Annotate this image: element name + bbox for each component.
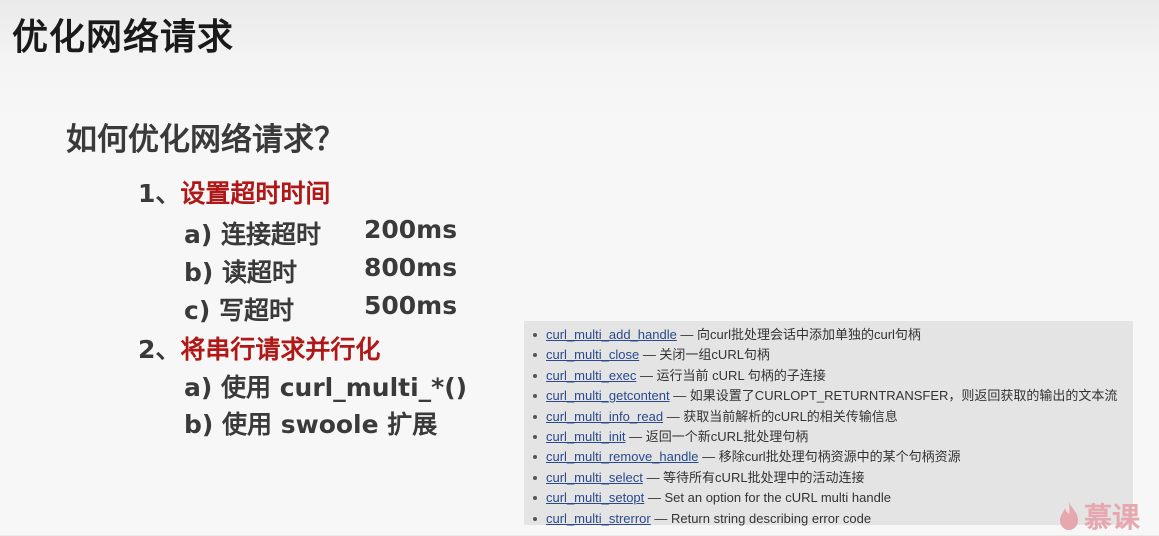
sub-point-connect-timeout: a) 连接超时 200ms [184, 215, 457, 251]
function-list: curl_multi_add_handle — 向curl批处理会话中添加单独的… [524, 321, 1133, 529]
slide-title: 优化网络请求 [12, 17, 235, 58]
brand-watermark: 慕课 [1058, 500, 1140, 534]
function-description: — 关闭一组cURL句柄 [639, 347, 770, 363]
function-link[interactable]: curl_multi_add_handle [546, 327, 677, 342]
sub-point-label: c) 写超时 [184, 296, 294, 325]
function-description: — Return string describing error code [650, 510, 872, 526]
sub-point-label: a) 使用 curl_multi_*() [184, 373, 468, 402]
function-link[interactable]: curl_multi_getcontent [546, 388, 670, 403]
list-item: curl_multi_add_handle — 向curl批处理会话中添加单独的… [524, 325, 1133, 345]
bullet-icon [533, 353, 537, 358]
function-description: — 移除curl批处理句柄资源中的某个句柄资源 [698, 449, 961, 465]
sub-point-write-timeout: c) 写超时 500ms [184, 291, 457, 327]
function-link[interactable]: curl_multi_info_read [546, 409, 663, 424]
bullet-icon [533, 414, 537, 419]
point-1-number: 1、 [138, 179, 181, 208]
list-item: curl_multi_init — 返回一个新cURL批处理句柄 [524, 427, 1133, 447]
list-item: curl_multi_close — 关闭一组cURL句柄 [524, 345, 1133, 365]
point-2-text: 将串行请求并行化 [180, 335, 381, 364]
function-link[interactable]: curl_multi_exec [546, 368, 636, 383]
list-item: curl_multi_exec — 运行当前 cURL 句柄的子连接 [524, 366, 1133, 386]
function-description: — 等待所有cURL批处理中的活动连接 [642, 469, 865, 485]
function-description: — 返回一个新cURL批处理句柄 [625, 428, 809, 444]
list-item: curl_multi_info_read — 获取当前解析的cURL的相关传输信… [524, 407, 1133, 427]
list-item: curl_multi_setopt — Set an option for th… [524, 488, 1133, 508]
function-link[interactable]: curl_multi_init [546, 429, 625, 444]
sub-point-curl-multi: a) 使用 curl_multi_*() [184, 368, 467, 404]
function-link[interactable]: curl_multi_setopt [546, 490, 644, 505]
function-description: — 获取当前解析的cURL的相关传输信息 [663, 408, 898, 424]
list-item: curl_multi_select — 等待所有cURL批处理中的活动连接 [524, 468, 1133, 488]
sub-point-value: 200ms [364, 215, 458, 244]
bullet-icon [533, 496, 537, 501]
function-link[interactable]: curl_multi_remove_handle [546, 449, 698, 464]
bullet-icon [533, 434, 537, 439]
bullet-icon [533, 394, 537, 399]
point-1-text: 设置超时时间 [180, 179, 331, 208]
list-item: curl_multi_remove_handle — 移除curl批处理句柄资源… [524, 447, 1133, 467]
flame-logo-icon [1060, 502, 1078, 530]
sub-point-label: a) 连接超时 [184, 220, 321, 249]
bullet-icon [533, 455, 537, 460]
bullet-icon [533, 333, 537, 337]
list-item: curl_multi_getcontent — 如果设置了CURLOPT_RET… [524, 386, 1133, 406]
sub-point-label: b) 使用 swoole 扩展 [184, 410, 438, 439]
function-link[interactable]: curl_multi_select [546, 470, 643, 485]
point-1: 1、设置超时时间 [138, 174, 330, 210]
function-description: — 运行当前 cURL 句柄的子连接 [636, 367, 826, 383]
question-heading: 如何优化网络请求？ [66, 122, 345, 158]
bullet-icon [533, 516, 537, 521]
function-list-box: curl_multi_add_handle — 向curl批处理会话中添加单独的… [524, 321, 1133, 526]
sub-point-value: 800ms [364, 253, 458, 282]
sub-point-swoole: b) 使用 swoole 扩展 [184, 405, 437, 441]
bullet-icon [533, 475, 537, 480]
brand-text: 慕课 [1084, 501, 1141, 534]
function-description: — 向curl批处理会话中添加单独的curl句柄 [676, 327, 921, 342]
function-description: — Set an option for the cURL multi handl… [644, 490, 891, 506]
function-link[interactable]: curl_multi_strerror [546, 511, 651, 526]
sub-point-read-timeout: b) 读超时 800ms [184, 253, 457, 289]
sub-point-label: b) 读超时 [184, 258, 298, 287]
point-2: 2、将串行请求并行化 [138, 330, 380, 366]
list-item: curl_multi_strerror — Return string desc… [524, 509, 1133, 529]
function-description: — 如果设置了CURLOPT_RETURNTRANSFER，则返回获取的输出的文… [669, 388, 1118, 404]
function-link[interactable]: curl_multi_close [546, 347, 639, 362]
bullet-icon [533, 373, 537, 378]
point-2-number: 2、 [138, 335, 181, 364]
sub-point-value: 500ms [364, 291, 458, 320]
